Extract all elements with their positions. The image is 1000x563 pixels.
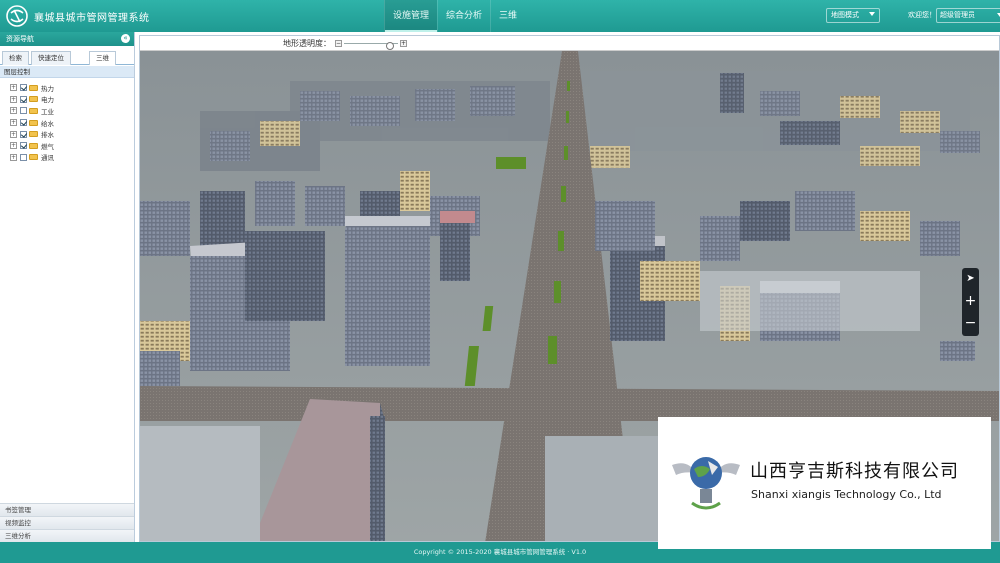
map-type-select[interactable]: 地图模式	[826, 8, 880, 23]
map-toolbar: 地形透明度： − +	[140, 36, 999, 51]
layer-label: 通讯	[41, 154, 54, 163]
folder-icon	[29, 107, 38, 114]
main-nav: 设施管理 综合分析 三维	[384, 0, 525, 32]
sidebar-bottom-menu: 书签管理 视频监控 三维分析	[0, 503, 134, 542]
layer-tree-item[interactable]: + 通讯	[10, 152, 134, 164]
collapse-sidebar-button[interactable]: «	[121, 34, 130, 43]
expand-icon[interactable]: +	[10, 142, 17, 150]
folder-icon	[29, 84, 38, 91]
welcome-label: 欢迎您！	[908, 11, 936, 19]
layer-tree-item[interactable]: + 电力	[10, 94, 134, 106]
company-watermark: 山西亨吉斯科技有限公司 Shanxi xiangis Technology Co…	[658, 417, 991, 549]
layer-checkbox[interactable]	[20, 119, 27, 127]
company-name-en: Shanxi xiangis Technology Co., Ltd	[751, 488, 942, 501]
folder-icon	[29, 142, 38, 149]
layer-label: 给水	[41, 119, 54, 128]
left-sidebar: 资源导航 « 检索 快速定位 三维 图层控制 + 热力 + 电力 + 工业 + 给水 + 排水 + 燃…	[0, 32, 135, 542]
layer-tree-item[interactable]: + 排水	[10, 128, 134, 140]
expand-icon[interactable]: +	[10, 153, 17, 161]
zoom-controls: ➤ + −	[962, 268, 979, 336]
expand-icon[interactable]: +	[10, 84, 17, 92]
folder-icon	[29, 96, 38, 103]
user-menu[interactable]: 超级管理员	[936, 8, 1000, 23]
expand-icon[interactable]: +	[10, 130, 17, 138]
layer-label: 电力	[41, 96, 54, 105]
terrain-opacity-slider[interactable]: − +	[335, 40, 407, 50]
slider-track	[344, 42, 398, 50]
sidebar-tabs: 检索 快速定位 三维	[0, 46, 134, 65]
sidebar-title: 资源导航	[6, 35, 34, 43]
slider-thumb[interactable]	[385, 42, 394, 50]
sidebar-header: 资源导航 «	[0, 32, 134, 46]
expand-icon[interactable]: +	[10, 119, 17, 127]
company-name-cn: 山西亨吉斯科技有限公司	[750, 461, 959, 482]
user-name: 超级管理员	[940, 11, 975, 19]
layer-tree-item[interactable]: + 燃气	[10, 140, 134, 152]
menu-bookmark-management[interactable]: 书签管理	[0, 503, 134, 516]
layer-checkbox[interactable]	[20, 153, 27, 161]
grass-patch	[496, 157, 526, 169]
folder-icon	[29, 131, 38, 138]
layer-checkbox[interactable]	[20, 107, 27, 115]
app-logo-icon	[6, 5, 28, 27]
expand-icon[interactable]: +	[10, 95, 17, 103]
top-header: 襄城县城市管网管理系统 设施管理 综合分析 三维 地图模式 欢迎您！ 超级管理员	[0, 0, 1000, 32]
slider-decrease-button[interactable]: −	[335, 40, 342, 47]
tab-3d[interactable]: 三维	[490, 0, 525, 32]
zoom-in-button[interactable]: +	[962, 290, 979, 312]
layer-label: 燃气	[41, 142, 54, 151]
layer-tree-item[interactable]: + 热力	[10, 82, 134, 94]
layer-control-header: 图层控制	[0, 66, 134, 78]
map-type-value: 地图模式	[831, 11, 859, 19]
layer-tree-item[interactable]: + 给水	[10, 117, 134, 129]
app-title: 襄城县城市管网管理系统	[34, 13, 150, 24]
terrain-opacity-label: 地形透明度：	[283, 39, 331, 48]
company-logo-icon	[672, 457, 740, 510]
zoom-out-button[interactable]: −	[962, 312, 979, 334]
layer-label: 排水	[41, 131, 54, 140]
menu-3d-analysis[interactable]: 三维分析	[0, 529, 134, 542]
tab-search[interactable]: 检索	[2, 51, 29, 65]
tab-3d-layers[interactable]: 三维	[89, 51, 116, 65]
folder-icon	[29, 119, 38, 126]
slider-increase-button[interactable]: +	[400, 40, 407, 47]
layer-checkbox[interactable]	[20, 142, 27, 150]
tab-comprehensive-analysis[interactable]: 综合分析	[437, 0, 490, 32]
layer-checkbox[interactable]	[20, 95, 27, 103]
layer-tree-item[interactable]: + 工业	[10, 105, 134, 117]
layer-label: 热力	[41, 84, 54, 93]
compass-icon[interactable]: ➤	[962, 268, 979, 290]
chevron-down-icon	[869, 12, 875, 16]
expand-icon[interactable]: +	[10, 107, 17, 115]
tab-quick-locate[interactable]: 快速定位	[31, 51, 71, 65]
menu-video-monitor[interactable]: 视频监控	[0, 516, 134, 529]
layer-checkbox[interactable]	[20, 130, 27, 138]
layer-tree: + 热力 + 电力 + 工业 + 给水 + 排水 + 燃气 + 通讯	[0, 78, 134, 163]
user-welcome: 欢迎您！ 超级管理员	[908, 8, 1000, 23]
cross-road	[140, 386, 999, 421]
layer-checkbox[interactable]	[20, 84, 27, 92]
tab-facility-management[interactable]: 设施管理	[384, 0, 438, 32]
layer-label: 工业	[41, 107, 54, 116]
folder-icon	[29, 154, 38, 161]
